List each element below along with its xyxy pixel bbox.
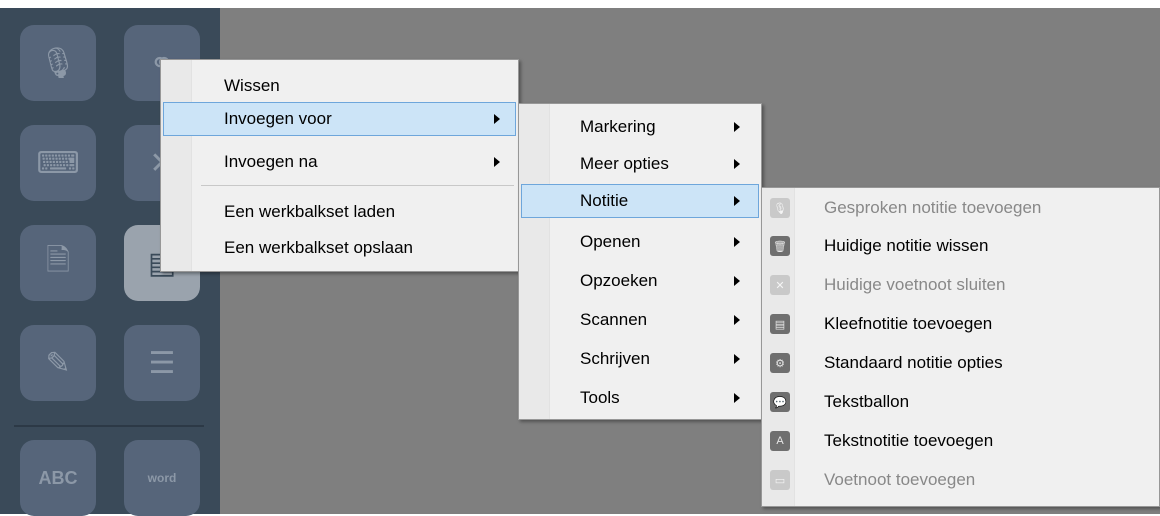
notes-icon: ✎ [45, 346, 71, 380]
notitie-item-huidige-notitie-wissen[interactable]: 🗑 Huidige notitie wissen [764, 229, 1157, 263]
submenu-item-tools[interactable]: Tools [521, 381, 759, 415]
menu-item-label: Tekstnotitie toevoegen [824, 431, 994, 450]
submenu-item-meer-opties[interactable]: Meer opties [521, 147, 759, 181]
footnote-icon: ▭ [770, 470, 790, 490]
context-menu: Wissen Invoegen voor Invoegen na Een wer… [160, 59, 519, 272]
menu-item-wissen[interactable]: Wissen [163, 69, 516, 103]
menu-item-label: Meer opties [580, 154, 669, 173]
submenu-item-openen[interactable]: Openen [521, 225, 759, 259]
menu-item-label: Gesproken notitie toevoegen [824, 198, 1042, 217]
menu-item-label: Huidige voetnoot sluiten [824, 275, 1006, 294]
toolbar-separator [14, 425, 204, 427]
menu-item-label: Een werkbalkset opslaan [224, 238, 414, 257]
close-icon: ✕ [770, 275, 790, 295]
notitie-submenu: 🎙 Gesproken notitie toevoegen 🗑 Huidige … [761, 187, 1160, 507]
menu-item-label: Voetnoot toevoegen [824, 470, 976, 489]
menu-item-label: Een werkbalkset laden [224, 202, 396, 221]
word-prediction-button[interactable]: word [124, 440, 200, 516]
menu-item-label: Openen [580, 232, 641, 251]
submenu-arrow-icon [494, 157, 500, 167]
notitie-item-tekstnotitie[interactable]: A Tekstnotitie toevoegen [764, 424, 1157, 458]
keyboard-button[interactable]: ⌨ [20, 125, 96, 201]
note-options-icon: ⚙ [770, 353, 790, 373]
checklist-button[interactable]: ☰ [124, 325, 200, 401]
menu-item-label: Tools [580, 388, 620, 407]
notitie-item-kleefnotitie[interactable]: ▤ Kleefnotitie toevoegen [764, 307, 1157, 341]
menu-item-label: Tekstballon [824, 392, 910, 411]
menu-item-label: Invoegen voor [224, 109, 332, 128]
submenu-item-markering[interactable]: Markering [521, 110, 759, 144]
menu-item-label: Schrijven [580, 349, 650, 368]
menu-item-label: Markering [580, 117, 656, 136]
menu-item-werkbalkset-laden[interactable]: Een werkbalkset laden [163, 195, 516, 229]
menu-item-label: Scannen [580, 310, 648, 329]
microphone-button[interactable]: 🎙 [20, 25, 96, 101]
menu-item-werkbalkset-opslaan[interactable]: Een werkbalkset opslaan [163, 231, 516, 265]
document-button[interactable]: 🗎 [20, 225, 96, 301]
menu-item-label: Opzoeken [580, 271, 658, 290]
microphone-icon: 🎙 [38, 46, 78, 80]
menu-item-label: Standaard notitie opties [824, 353, 1003, 372]
keyboard-icon: ⌨ [36, 146, 80, 180]
notitie-item-standaard-opties[interactable]: ⚙ Standaard notitie opties [764, 346, 1157, 380]
menu-item-label: Kleefnotitie toevoegen [824, 314, 993, 333]
checklist-icon: ☰ [148, 346, 176, 380]
submenu-arrow-icon [734, 122, 740, 132]
notitie-item-tekstballon[interactable]: 💬 Tekstballon [764, 385, 1157, 419]
spellcheck-icon: ABC [38, 467, 78, 488]
submenu-arrow-icon [734, 315, 740, 325]
submenu-arrow-icon [494, 114, 500, 124]
submenu-arrow-icon [734, 354, 740, 364]
submenu-item-schrijven[interactable]: Schrijven [521, 342, 759, 376]
menu-item-invoegen-na[interactable]: Invoegen na [163, 145, 516, 179]
submenu-item-opzoeken[interactable]: Opzoeken [521, 264, 759, 298]
trash-icon: 🗑 [770, 236, 790, 256]
invoegen-voor-submenu: Markering Meer opties Notitie Openen Opz… [518, 103, 762, 420]
submenu-arrow-icon [734, 237, 740, 247]
menu-item-label: Wissen [224, 76, 280, 95]
word-prediction-icon: word [147, 471, 177, 485]
submenu-arrow-icon [734, 196, 740, 206]
microphone-icon: 🎙 [770, 198, 790, 218]
menu-item-invoegen-voor[interactable]: Invoegen voor [163, 102, 516, 136]
submenu-arrow-icon [734, 276, 740, 286]
submenu-item-scannen[interactable]: Scannen [521, 303, 759, 337]
notes-button[interactable]: ✎ [20, 325, 96, 401]
menu-item-label: Invoegen na [224, 152, 318, 171]
notitie-item-voetnoot-toevoegen[interactable]: ▭ Voetnoot toevoegen [764, 463, 1157, 497]
speech-bubble-icon: 💬 [770, 392, 790, 412]
menu-item-label: Huidige notitie wissen [824, 236, 989, 255]
notitie-item-voetnoot-sluiten[interactable]: ✕ Huidige voetnoot sluiten [764, 268, 1157, 302]
text-note-icon: A [770, 431, 790, 451]
spellcheck-button[interactable]: ABC [20, 440, 96, 516]
sticky-note-icon: ▤ [770, 314, 790, 334]
menu-item-label: Notitie [580, 191, 629, 210]
submenu-arrow-icon [734, 393, 740, 403]
submenu-item-notitie[interactable]: Notitie [521, 184, 759, 218]
notitie-item-gesproken-notitie[interactable]: 🎙 Gesproken notitie toevoegen [764, 191, 1157, 225]
submenu-arrow-icon [734, 159, 740, 169]
menu-separator [201, 185, 514, 186]
document-icon: 🗎 [45, 243, 71, 277]
